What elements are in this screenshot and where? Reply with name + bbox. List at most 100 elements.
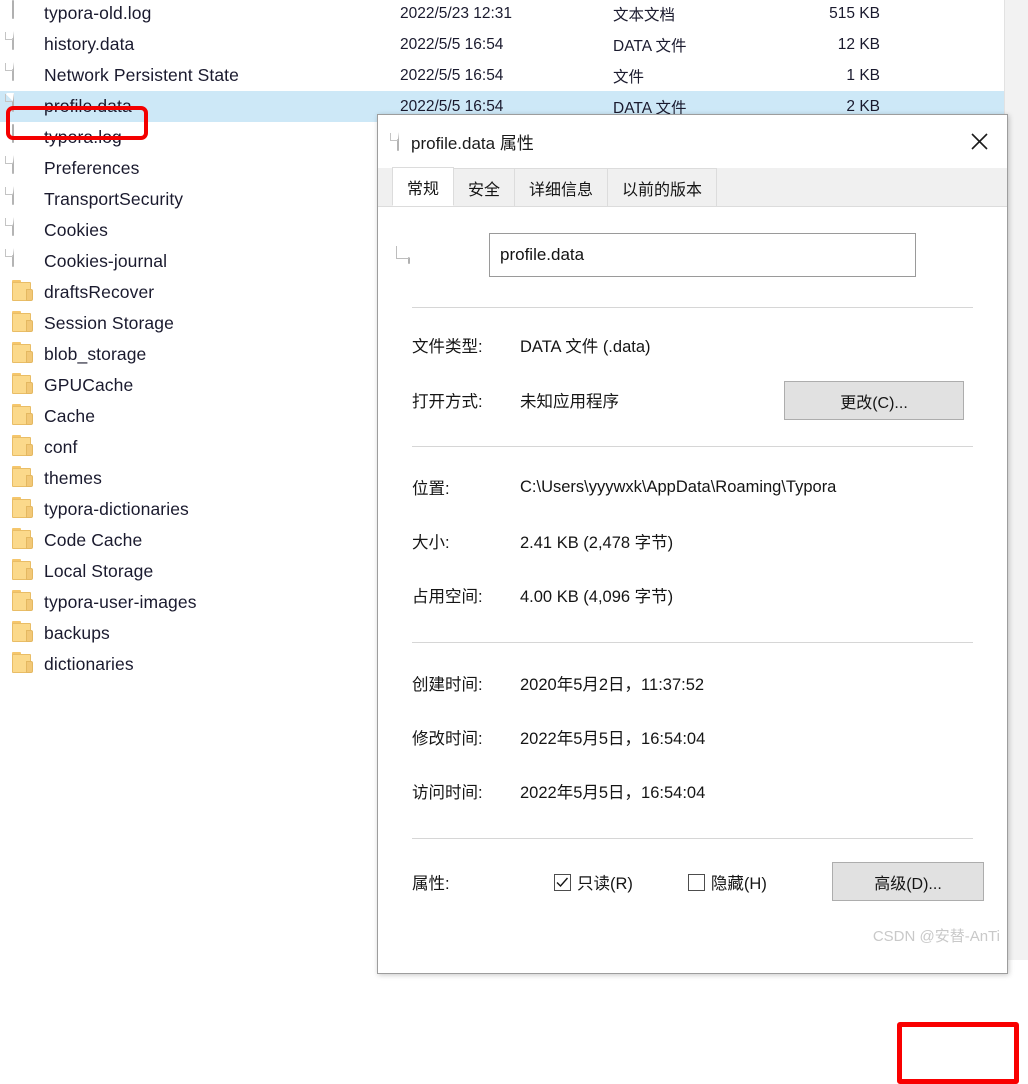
folder-icon [12,651,34,678]
file-name: typora-old.log [44,3,152,23]
file-name: GPUCache [44,375,134,395]
attributes-row: 属性: 只读(R) 隐藏(H) 高级(D)... [378,862,1007,901]
file-date: 2022/5/5 16:54 [400,97,504,115]
disk-size-value: 4.00 KB (4,096 字节) [520,588,674,606]
file-row[interactable]: Network Persistent State 2022/5/5 16:54 文件… [0,60,1005,91]
file-icon [12,61,34,89]
file-size: 1 KB [846,66,880,84]
file-type-row: 文件类型: DATA 文件 (.data) [378,330,1007,360]
folder-icon [12,434,34,461]
divider [412,446,973,447]
file-name: dictionaries [44,654,134,674]
file-name: Cache [44,406,96,426]
file-size: 515 KB [829,4,880,22]
file-type: 文本文档 [613,6,676,24]
size-value: 2.41 KB (2,478 字节) [520,534,674,552]
file-name: typora.log [44,127,122,147]
modified-row: 修改时间: 2022年5月5日，16:54:04 [378,722,1007,752]
file-name: Session Storage [44,313,174,333]
file-size: 12 KB [837,35,880,53]
checkbox-box-hidden[interactable] [687,873,705,891]
folder-icon [12,620,34,647]
checkbox-box-readonly[interactable] [554,873,571,891]
dialog-general-tab-body: profile.data 文件类型: DATA 文件 (.data) 打开方式:… [378,207,1019,1084]
file-row[interactable]: typora-old.log 2022/5/23 12:31 文本文档 515 KB [0,0,1005,29]
file-name: history.data [44,34,135,54]
file-name: Cookies-journal [44,251,168,271]
tab-安全[interactable]: 安全 [453,168,516,206]
folder-icon [12,589,34,616]
file-date: 2022/5/5 16:54 [400,35,504,53]
close-icon[interactable] [951,115,1007,168]
file-name: Network Persistent State [44,65,239,85]
file-icon [12,30,34,58]
file-icon [12,216,34,244]
file-name: themes [44,468,102,488]
file-icon [12,92,34,120]
folder-icon [12,465,34,492]
readonly-label: 只读(R) [577,875,633,893]
size-label: 大小: [412,534,450,552]
file-date: 2022/5/23 12:31 [400,4,513,22]
tab-以前的版本[interactable]: 以前的版本 [607,168,718,206]
file-icon [12,185,34,213]
change-button[interactable]: 更改(C)... [784,381,964,420]
file-name: blob_storage [44,344,147,364]
size-row: 大小: 2.41 KB (2,478 字节) [378,526,1007,556]
divider [412,307,973,308]
folder-icon [12,279,34,306]
file-name: Cookies [44,220,108,240]
disk-size-label: 占用空间: [412,588,483,606]
accessed-value: 2022年5月5日，16:54:04 [520,784,706,802]
file-type-value: DATA 文件 (.data) [520,338,651,356]
file-name: TransportSecurity [44,189,184,209]
open-with-row: 打开方式: 未知应用程序 更改(C)... [378,381,1007,420]
folder-icon [12,558,34,585]
file-name-input[interactable]: profile.data [489,233,916,277]
file-name: draftsRecover [44,282,155,302]
advanced-button[interactable]: 高级(D)... [832,862,984,901]
hidden-label: 隐藏(H) [710,875,767,893]
text-file-icon [12,123,34,151]
attributes-label: 属性: [412,875,450,893]
tab-详细信息[interactable]: 详细信息 [514,168,609,206]
location-label: 位置: [412,480,450,498]
accessed-row: 访问时间: 2022年5月5日，16:54:04 [378,776,1007,806]
folder-icon [12,372,34,399]
open-with-label: 打开方式: [412,393,483,411]
folder-icon [12,527,34,554]
accessed-label: 访问时间: [412,784,483,802]
file-icon [12,247,34,275]
divider [412,642,973,643]
dialog-title: profile.data 属性 [411,134,534,153]
location-row: 位置: C:\Users\yyywxk\AppData\Roaming\Typo… [378,472,1007,502]
file-icon [397,131,399,151]
file-row[interactable]: history.data 2022/5/5 16:54 DATA 文件 12 KB [0,29,1005,60]
location-value: C:\Users\yyywxk\AppData\Roaming\Typora [520,477,837,496]
dialog-titlebar[interactable]: profile.data 属性 [378,115,1007,168]
created-label: 创建时间: [412,676,483,694]
file-name: typora-dictionaries [44,499,189,519]
readonly-checkbox[interactable]: 只读(R) [554,870,633,894]
folder-icon [12,403,34,430]
created-row: 创建时间: 2020年5月2日，11:37:52 [378,668,1007,698]
created-value: 2020年5月2日，11:37:52 [520,676,705,694]
file-name: conf [44,437,78,457]
tab-常规[interactable]: 常规 [392,167,455,206]
hidden-checkbox[interactable]: 隐藏(H) [687,870,767,894]
file-name: typora-user-images [44,592,197,612]
file-properties-dialog[interactable]: profile.data 属性 常规 安全 详细信息 以前的版本 profile.da… [377,114,1019,1084]
file-name: profile.data [44,96,132,116]
file-size: 2 KB [846,97,880,115]
file-name-block: profile.data [378,207,1007,277]
dialog-tabstrip[interactable]: 常规 安全 详细信息 以前的版本 [378,167,1007,207]
file-type: 文件 [613,68,645,86]
folder-icon [12,496,34,523]
text-file-icon [12,0,34,27]
folder-icon [12,310,34,337]
folder-icon [12,341,34,368]
file-name: Preferences [44,158,140,178]
file-icon [12,154,34,182]
modified-value: 2022年5月5日，16:54:04 [520,730,706,748]
file-name: Code Cache [44,530,143,550]
